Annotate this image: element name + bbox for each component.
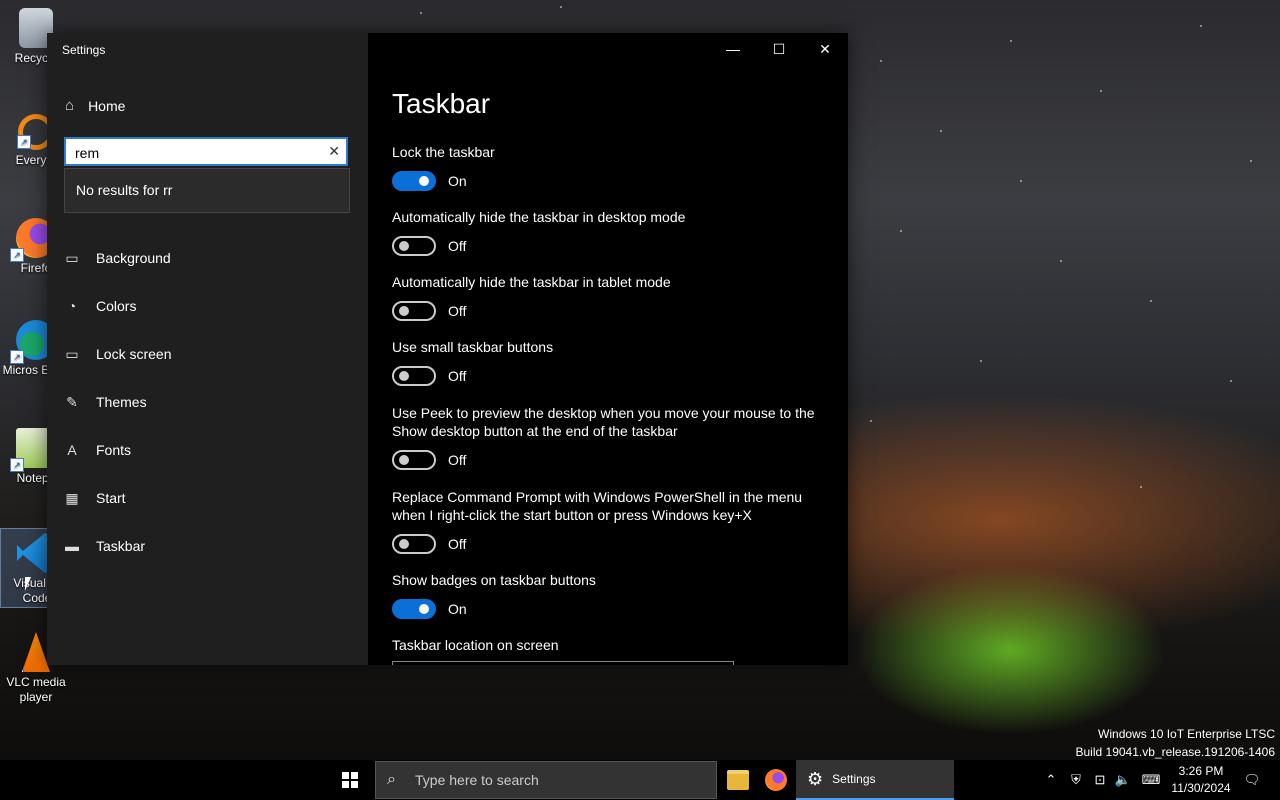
nav-home-label: Home <box>88 97 126 114</box>
setting-label: Use Peek to preview the desktop when you… <box>392 405 815 439</box>
setting-label: Replace Command Prompt with Windows Powe… <box>392 489 803 523</box>
setting-powershell: Replace Command Prompt with Windows Powe… <box>392 488 832 554</box>
windows-logo-icon <box>342 772 358 788</box>
settings-nav-pane: Settings ⌂ Home ✕ No results for rr ▭ Ba… <box>47 33 368 665</box>
search-no-results-text: No results for rr <box>76 182 173 198</box>
settings-window: Settings ⌂ Home ✕ No results for rr ▭ Ba… <box>47 33 848 665</box>
settings-search-input[interactable] <box>75 144 315 161</box>
notification-icon[interactable]: 🗨 <box>1240 760 1264 800</box>
windows-watermark-edition: Windows 10 IoT Enterprise LTSC <box>1098 727 1275 741</box>
setting-lock-taskbar: Lock the taskbar On <box>392 143 832 191</box>
nav-item-fonts[interactable]: A Fonts <box>64 438 131 462</box>
security-icon[interactable]: ⛨ <box>1066 760 1086 800</box>
taskbar: ⌕ Type here to search ⚙ Settings ⌃ ⛨ ⊡ 🔈… <box>0 760 1280 800</box>
windows-watermark-build: Build 19041.vb_release.191206-1406 <box>1075 745 1276 759</box>
toggle-state: On <box>448 173 467 189</box>
toggle-state: Off <box>448 303 467 319</box>
clock-date: 11/30/2024 <box>1171 781 1231 795</box>
nav-item-label: Start <box>96 490 126 506</box>
start-button[interactable] <box>330 760 370 800</box>
nav-item-themes[interactable]: ✎ Themes <box>64 390 147 414</box>
taskbar-search-placeholder: Type here to search <box>415 772 539 788</box>
close-button[interactable]: ✕ <box>802 33 848 65</box>
search-icon: ⌕ <box>387 771 396 788</box>
clock-time: 3:26 PM <box>1178 764 1224 778</box>
lock-screen-icon: ▭ <box>65 345 79 362</box>
small-buttons-toggle[interactable] <box>392 366 436 386</box>
nav-item-label: Colors <box>96 298 137 314</box>
powershell-toggle[interactable] <box>392 534 436 554</box>
brush-icon: ✎ <box>66 393 78 410</box>
setting-peek: Use Peek to preview the desktop when you… <box>392 404 832 470</box>
mouse-cursor <box>25 577 31 591</box>
nav-item-start[interactable]: ▦ Start <box>64 486 126 510</box>
keyboard-icon[interactable]: ⌨ <box>1138 760 1164 800</box>
nav-item-label: Taskbar <box>96 538 146 554</box>
setting-autohide-desktop: Automatically hide the taskbar in deskto… <box>392 208 832 256</box>
taskbar-clock[interactable]: 3:26 PM 11/30/2024 <box>1162 763 1240 797</box>
setting-label: Use small taskbar buttons <box>392 339 554 355</box>
toggle-state: Off <box>448 368 467 384</box>
toggle-state: On <box>448 601 467 617</box>
start-icon: ▦ <box>65 489 79 506</box>
taskbar-location-dropdown[interactable] <box>392 661 734 665</box>
peek-toggle[interactable] <box>392 450 436 470</box>
show-hidden-icons-chevron[interactable]: ⌃ <box>1042 760 1060 800</box>
autohide-desktop-toggle[interactable] <box>392 236 436 256</box>
toggle-state: Off <box>448 238 467 254</box>
minimize-button[interactable]: — <box>710 33 756 65</box>
home-icon: ⌂ <box>65 97 75 114</box>
settings-content-pane: — ☐ ✕ Taskbar Lock the taskbar On Automa… <box>368 33 848 665</box>
setting-autohide-tablet: Automatically hide the taskbar in tablet… <box>392 273 832 321</box>
settings-search-box[interactable]: ✕ <box>64 137 348 166</box>
nav-item-colors[interactable]: ◔ Colors <box>64 294 137 318</box>
network-icon[interactable]: ⊡ <box>1090 760 1110 800</box>
setting-small-buttons: Use small taskbar buttons Off <box>392 338 832 386</box>
setting-label: Automatically hide the taskbar in tablet… <box>392 274 671 290</box>
setting-label: Taskbar location on screen <box>392 637 559 653</box>
page-title: Taskbar <box>392 88 491 119</box>
taskbar-app-label: Settings <box>832 772 876 786</box>
taskbar-settings-app[interactable]: ⚙ Settings <box>796 760 954 800</box>
firefox-icon <box>765 769 787 791</box>
setting-label: Automatically hide the taskbar in deskto… <box>392 209 686 225</box>
lock-taskbar-toggle[interactable] <box>392 171 436 191</box>
image-icon: ▭ <box>65 249 79 266</box>
nav-item-background[interactable]: ▭ Background <box>64 246 171 270</box>
maximize-button[interactable]: ☐ <box>756 33 802 65</box>
setting-location: Taskbar location on screen <box>392 636 832 654</box>
taskbar-icon: ▬ <box>65 538 79 554</box>
badges-toggle[interactable] <box>392 599 436 619</box>
setting-label: Show badges on taskbar buttons <box>392 572 596 588</box>
nav-item-label: Fonts <box>96 442 132 458</box>
window-title: Settings <box>62 43 106 57</box>
search-suggestion-dropdown: No results for rr <box>64 168 350 213</box>
taskbar-search-box[interactable]: ⌕ Type here to search <box>375 761 717 799</box>
gear-icon: ⚙ <box>807 768 824 789</box>
desktop-icon-label: VLC media player <box>6 675 66 704</box>
nav-item-lock-screen[interactable]: ▭ Lock screen <box>64 342 171 366</box>
font-icon: A <box>67 442 77 458</box>
taskbar-firefox[interactable] <box>756 760 796 800</box>
folder-icon <box>727 770 749 790</box>
clear-search-icon[interactable]: ✕ <box>328 143 340 160</box>
volume-muted-icon[interactable]: 🔈 <box>1113 760 1133 800</box>
nav-home[interactable]: ⌂ Home <box>65 97 125 114</box>
toggle-state: Off <box>448 536 467 552</box>
setting-badges: Show badges on taskbar buttons On <box>392 571 832 619</box>
setting-label: Lock the taskbar <box>392 144 495 160</box>
toggle-state: Off <box>448 452 467 468</box>
nav-item-taskbar[interactable]: ▬ Taskbar <box>64 534 145 558</box>
autohide-tablet-toggle[interactable] <box>392 301 436 321</box>
nav-item-label: Themes <box>96 394 147 410</box>
nav-item-label: Lock screen <box>96 346 172 362</box>
palette-icon: ◔ <box>67 298 77 314</box>
nav-item-label: Background <box>96 250 171 266</box>
taskbar-file-explorer[interactable] <box>718 760 758 800</box>
